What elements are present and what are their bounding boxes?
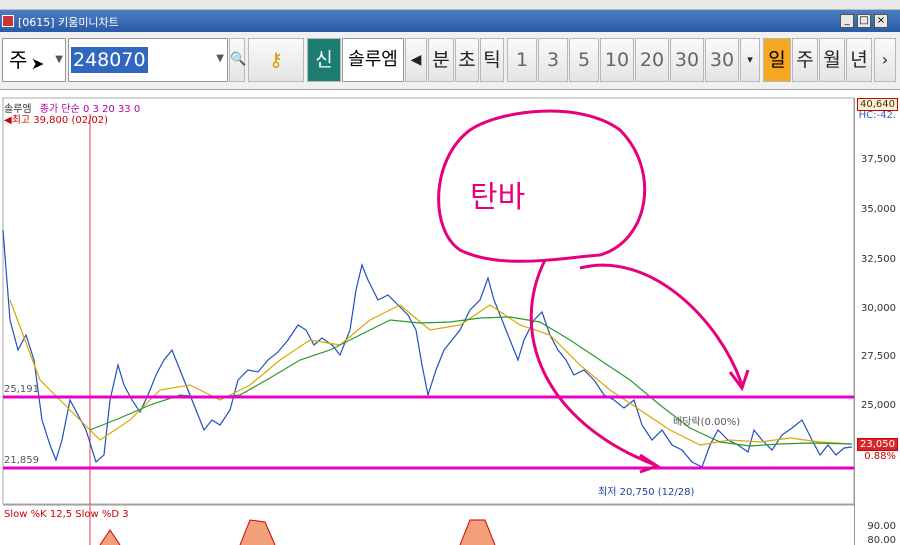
low-price-label: 최저 20,750 (12/28) [598, 487, 695, 498]
high-price-label: ◀최고 39,800 (02/02) [4, 115, 109, 126]
mini-chart-window: [0615] 키움미니차트 _ □ × 주 ➤ ▼ 248070 ▼ 🔍 ⚷ 신… [0, 0, 900, 545]
axis-tick: 30,000 [861, 303, 896, 314]
axis-tick: 35,000 [861, 204, 896, 215]
sub-axis-tick: 80.00 [867, 535, 896, 545]
current-price-badge: 23,050 [857, 438, 898, 451]
axis-tick: 27,500 [861, 351, 896, 362]
hand-drawn-arrow-down [529, 259, 656, 467]
stochastic-shape [99, 519, 496, 545]
price-chart [2, 97, 855, 545]
left-level-upper: 25,191 [4, 384, 39, 395]
axis-tick: 25,000 [861, 400, 896, 411]
stochastic-legend: Slow %K 12,5 Slow %D 3 [4, 509, 129, 520]
sub-axis-tick: 90.00 [867, 521, 896, 532]
current-change: 0.88% [864, 451, 896, 462]
axis-tick: 32,500 [861, 254, 896, 265]
hand-drawn-arrow-right [579, 263, 744, 386]
handwriting-text: 탄바 [470, 180, 526, 215]
top-sub-label: HC:-42. [858, 110, 896, 121]
left-level-lower: 21,859 [4, 455, 39, 466]
dividend-label: 배당락(0.00%) [673, 417, 741, 428]
price-axis: 40,640 HC:-42. 37,500 35,000 32,500 30,0… [854, 98, 900, 545]
axis-tick: 37,500 [861, 154, 896, 165]
